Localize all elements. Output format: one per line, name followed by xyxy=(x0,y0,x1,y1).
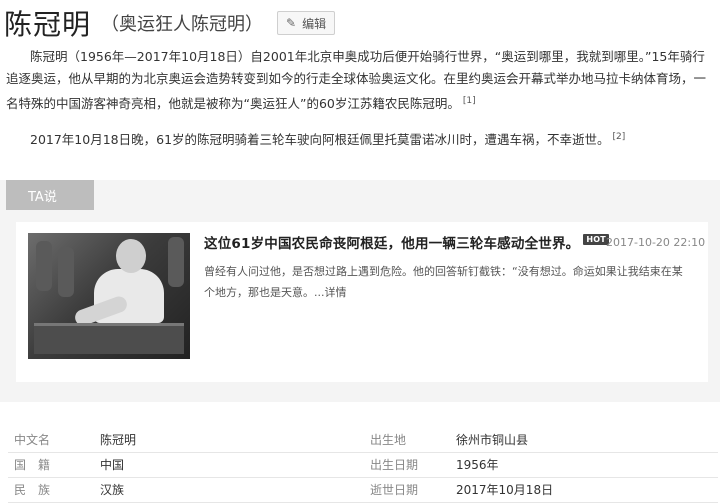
article-more-link[interactable]: ...详情 xyxy=(314,286,347,299)
table-row: 中文名 陈冠明 出生地 徐州市铜山县 xyxy=(8,428,718,453)
table-row: 民 族 汉族 逝世日期 2017年10月18日 xyxy=(8,478,718,503)
reference-link-2[interactable]: [2] xyxy=(613,132,626,142)
article-excerpt-text: 曾经有人问过他，是否想过路上遇到危险。他的回答斩钉截铁：“没有想过。命运如果让我… xyxy=(204,265,683,299)
info-label: 逝世日期 xyxy=(370,483,419,497)
photo-head xyxy=(116,239,146,273)
tab-ta-shuo-label: TA说 xyxy=(28,189,57,205)
info-value: 徐州市铜山县 xyxy=(456,433,529,447)
tab-ta-shuo[interactable]: TA说 xyxy=(6,180,94,210)
info-label: 民 族 xyxy=(14,483,51,497)
info-label: 出生日期 xyxy=(370,458,419,472)
page-subtitle: （奥运狂人陈冠明） xyxy=(101,14,264,35)
info-value: 汉族 xyxy=(100,483,125,497)
photo-background-person xyxy=(36,241,52,291)
edit-button-label: 编辑 xyxy=(302,16,327,31)
info-value: 1956年 xyxy=(456,458,499,472)
table-row: 国 籍 中国 出生日期 1956年 xyxy=(8,453,718,478)
photo-tricycle xyxy=(34,323,184,354)
page-title: 陈冠明 xyxy=(4,8,92,41)
summary-paragraph-2: 2017年10月18日晚，61岁的陈冠明骑着三轮车驶向阿根廷佩里托莫雷诺冰川时，… xyxy=(6,126,716,151)
edit-button[interactable]: ✎ 编辑 xyxy=(277,11,336,35)
info-value: 2017年10月18日 xyxy=(456,483,554,497)
page-header: 陈冠明 （奥运狂人陈冠明） ✎ 编辑 xyxy=(4,6,336,41)
info-label: 中文名 xyxy=(14,433,51,447)
info-value: 中国 xyxy=(100,458,125,472)
basic-info-table: 中文名 陈冠明 出生地 徐州市铜山县 国 籍 中国 出生日期 1956年 民 族… xyxy=(8,428,718,503)
summary-paragraph-1: 陈冠明（1956年—2017年10月18日）自2001年北京申奥成功后便开始骑行… xyxy=(6,46,716,115)
info-value: 陈冠明 xyxy=(100,433,137,447)
article-headline-text[interactable]: 这位61岁中国农民命丧阿根廷，他用一辆三轮车感动全世界。 xyxy=(204,236,579,252)
summary-text-1: 陈冠明（1956年—2017年10月18日）自2001年北京申奥成功后便开始骑行… xyxy=(6,49,707,112)
photo-background-person xyxy=(168,237,184,287)
pencil-icon: ✎ xyxy=(286,16,297,30)
summary-text-2: 2017年10月18日晚，61岁的陈冠明骑着三轮车驶向阿根廷佩里托莫雷诺冰川时，… xyxy=(30,132,610,148)
article-date: 2017-10-20 22:10 xyxy=(606,236,706,249)
article-photo[interactable] xyxy=(28,233,190,359)
article-headline[interactable]: 这位61岁中国农民命丧阿根廷，他用一辆三轮车感动全世界。 HOT xyxy=(204,232,609,252)
photo-background-person xyxy=(58,247,74,297)
reference-link-1[interactable]: [1] xyxy=(463,96,476,106)
info-label: 国 籍 xyxy=(14,458,51,472)
info-label: 出生地 xyxy=(370,433,407,447)
article-excerpt: 曾经有人问过他，是否想过路上遇到危险。他的回答斩钉截铁：“没有想过。命运如果让我… xyxy=(204,261,692,303)
